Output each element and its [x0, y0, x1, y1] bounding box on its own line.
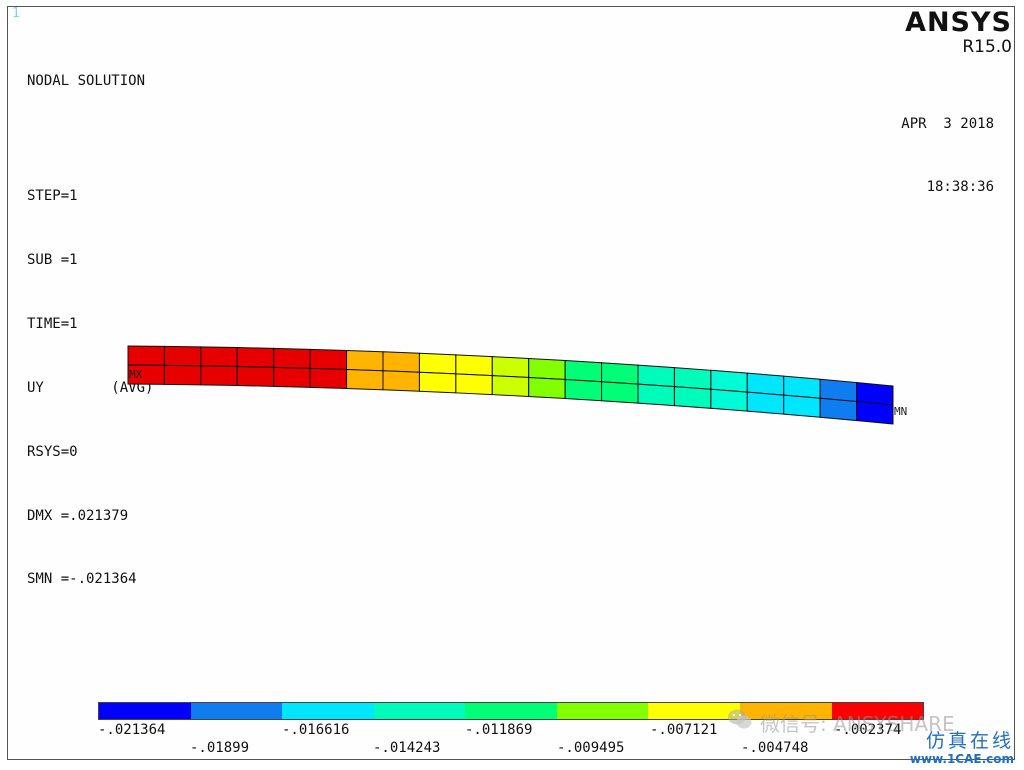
- site-name: 仿真在线: [925, 730, 1014, 752]
- legend-label-6: -.009495: [557, 740, 625, 756]
- beam-element: [783, 394, 821, 418]
- beam-element: [273, 347, 311, 369]
- beam-element: [455, 373, 493, 396]
- beam-element: [564, 378, 603, 402]
- legend-label-8: -.004748: [741, 740, 809, 756]
- site-url: www.1CAE.com: [909, 752, 1014, 766]
- beam-element: [783, 375, 821, 399]
- beam-element: [637, 364, 675, 388]
- beam-element: [418, 352, 457, 375]
- beam-element: [455, 354, 493, 377]
- wechat-icon: [728, 709, 752, 729]
- beam-element: [346, 368, 384, 391]
- beam-element: [819, 378, 858, 403]
- beam-element: [163, 364, 202, 386]
- legend-label-5: -.011869: [465, 722, 533, 738]
- beam-element: [528, 376, 566, 400]
- beam-mesh: [127, 345, 894, 425]
- legend-band-2: [190, 703, 283, 719]
- beam-element: [418, 371, 457, 394]
- legend-label-3: -.016616: [282, 722, 350, 738]
- beam-element: [710, 369, 748, 393]
- beam-element: [491, 375, 530, 397]
- beam-element: [637, 383, 675, 407]
- beam-contour-plot: MX MN: [127, 345, 907, 425]
- beam-element: [382, 351, 420, 373]
- beam-element: [127, 345, 165, 366]
- beam-element: [819, 397, 858, 422]
- beam-element: [673, 386, 712, 409]
- beam-element: [746, 391, 785, 415]
- beam-element: [200, 346, 238, 368]
- site-logo: 仿真在线 www.1CAE.com: [910, 730, 1014, 766]
- legend-band-6: [556, 703, 649, 719]
- beam-element: [200, 365, 238, 387]
- beam-element: [528, 357, 566, 381]
- legend-band-3: [282, 703, 374, 719]
- beam-element: [746, 372, 785, 396]
- legend-label-1: -.021364: [98, 722, 166, 738]
- beam-element: [710, 388, 748, 412]
- beam-element: [236, 347, 275, 368]
- beam-element: [673, 367, 712, 390]
- legend-band-4: [373, 703, 466, 719]
- beam-element: [601, 381, 639, 404]
- beam-element: [309, 348, 348, 371]
- beam-element: [346, 349, 384, 372]
- beam-element: [382, 370, 420, 392]
- beam-element: [273, 366, 311, 388]
- beam-element: [564, 359, 603, 383]
- beam-element: [309, 367, 348, 390]
- legend-label-4: -.014243: [373, 740, 441, 756]
- beam-element: [491, 356, 530, 378]
- legend-band-1: [99, 703, 191, 719]
- max-marker: MX: [129, 368, 143, 381]
- legend-band-5: [465, 703, 557, 719]
- legend-label-2: -.01899: [190, 740, 250, 756]
- beam-element: [601, 362, 639, 385]
- beam-element: [856, 401, 894, 425]
- beam-element: [163, 345, 202, 367]
- min-marker: MN: [894, 405, 907, 418]
- beam-element: [236, 366, 275, 387]
- legend-label-7: -.007121: [650, 722, 718, 738]
